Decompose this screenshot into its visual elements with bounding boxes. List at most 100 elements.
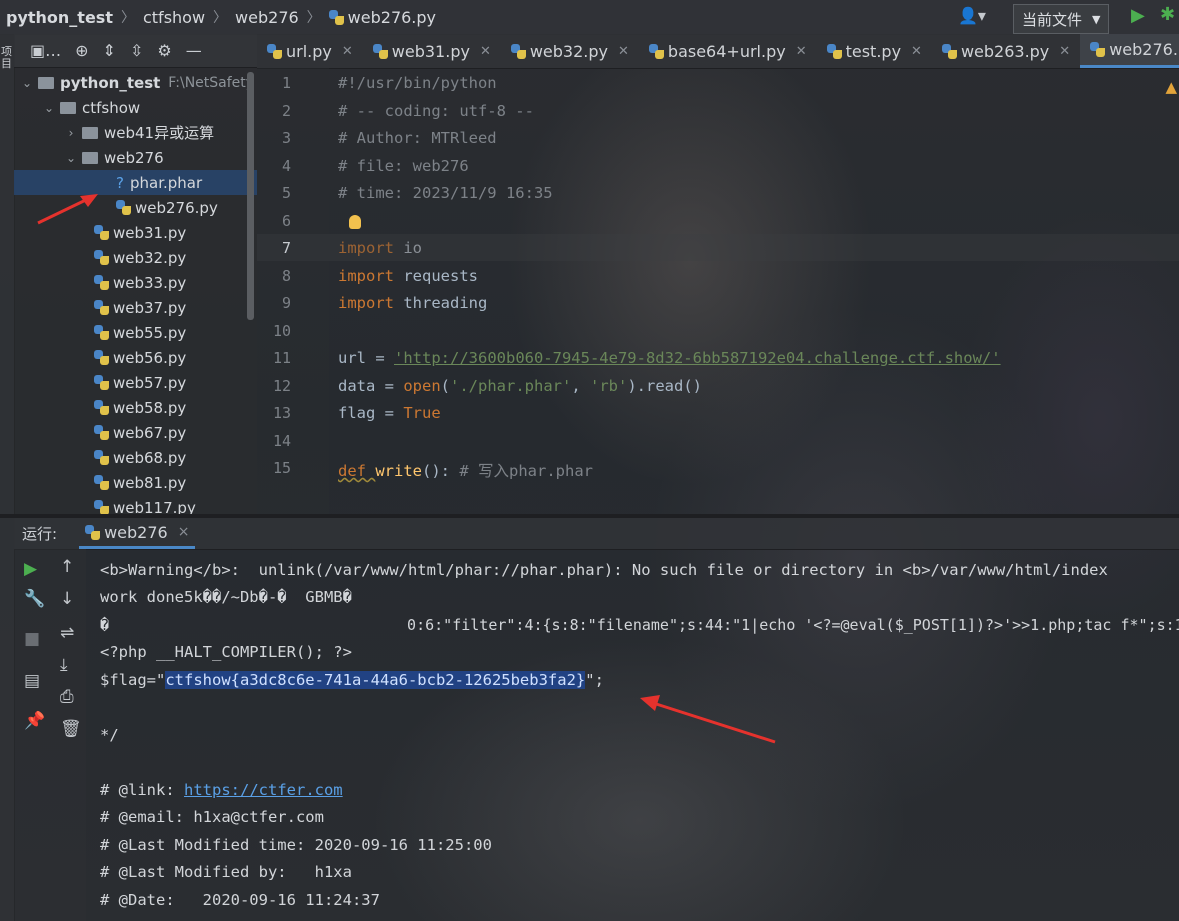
tree-item-file[interactable]: web31.py (14, 220, 257, 245)
console-output[interactable]: <b>Warning</b>: unlink(/var/www/html/pha… (86, 549, 1179, 921)
breadcrumb-project[interactable]: python_test (6, 8, 113, 27)
warning-icon[interactable]: ▲ (1165, 78, 1177, 96)
arrow-down-icon[interactable]: ↓ (60, 589, 74, 609)
tab-web32[interactable]: web32.py ✕ (501, 34, 639, 68)
tab-web276[interactable]: web276.py (1080, 34, 1179, 68)
tree-item-file[interactable]: web58.py (14, 395, 257, 420)
close-icon[interactable]: ✕ (618, 44, 629, 59)
tree-item-label: web37.py (113, 298, 187, 317)
run-panel-header: 运行: web276 × (14, 518, 1179, 550)
expand-all-icon[interactable]: ⇕ (103, 41, 116, 60)
output-line: # @email: h1xa@ctfer.com (100, 808, 324, 826)
python-file-icon (94, 425, 109, 440)
tree-item-file[interactable]: web68.py (14, 445, 257, 470)
tab-url[interactable]: url.py ✕ (257, 34, 363, 68)
tab-web31[interactable]: web31.py ✕ (363, 34, 501, 68)
tree-item-file[interactable]: web67.py (14, 420, 257, 445)
tree-item-label: web55.py (113, 323, 187, 342)
close-icon[interactable]: ✕ (342, 44, 353, 59)
print-icon[interactable]: ⎙ (60, 687, 74, 707)
breadcrumb-folder[interactable]: ctfshow (143, 8, 205, 27)
tree-item-ctfshow[interactable]: ⌄ ctfshow (14, 95, 257, 120)
tab-web263[interactable]: web263.py ✕ (932, 34, 1080, 68)
line-number: 2 (281, 102, 291, 120)
rerun-icon[interactable]: ▶ (24, 559, 37, 579)
output-line: $flag="ctfshow{a3dc8c6e-741a-44a6-bcb2-1… (100, 671, 604, 689)
string-literal: 'rb' (590, 377, 628, 395)
tree-item-label: web31.py (113, 223, 187, 242)
close-icon[interactable]: ✕ (480, 44, 491, 59)
line-number: 9 (281, 294, 291, 312)
tree-item-web276-folder[interactable]: ⌄ web276 (14, 145, 257, 170)
keyword: import (338, 267, 394, 285)
code-line: def write(): # 写入phar.phar (338, 459, 593, 481)
function-name: write (375, 462, 422, 480)
chevron-down-icon: ▼ (1092, 12, 1101, 26)
breadcrumb-subfolder[interactable]: web276 (235, 8, 299, 27)
code-line: data = open('./phar.phar', 'rb').read() (338, 377, 702, 395)
output-line: # @Date: 2020-09-16 11:24:37 (100, 891, 380, 909)
chevron-down-icon: ⌄ (65, 150, 77, 165)
project-view-icon[interactable]: ▣… (30, 41, 61, 60)
code-line: import threading (338, 294, 487, 312)
run-icon[interactable]: ▶ (1131, 5, 1145, 26)
tree-item-phar[interactable]: ? phar.phar (14, 170, 257, 195)
layout-icon[interactable]: ▤ (24, 671, 40, 691)
tab-base64-url[interactable]: base64+url.py ✕ (639, 34, 817, 68)
tree-item-file[interactable]: web117.py (14, 495, 257, 514)
tab-test[interactable]: test.py ✕ (817, 34, 932, 68)
builtin-name: open (403, 377, 441, 395)
user-icon[interactable]: 👤▾ (958, 6, 986, 25)
tree-item-web276-py[interactable]: web276.py (14, 195, 257, 220)
close-icon[interactable]: ✕ (796, 44, 807, 59)
code-text: (): (422, 462, 460, 480)
tree-item-file[interactable]: web37.py (14, 295, 257, 320)
tree-scrollbar[interactable] (247, 72, 254, 320)
project-tree: ⌄ python_test F:\NetSafety ⌄ ctfshow › w… (14, 68, 257, 514)
code-line: # Author: MTRleed (338, 129, 497, 147)
stop-icon[interactable]: ■ (24, 629, 40, 649)
tree-item-file[interactable]: web33.py (14, 270, 257, 295)
code-line: # time: 2023/11/9 16:35 (338, 184, 553, 202)
close-icon[interactable]: ✕ (1059, 44, 1070, 59)
tree-item-label: web41异或运算 (104, 124, 215, 142)
collapse-all-icon[interactable]: ⇳ (130, 41, 143, 60)
python-file-icon (94, 225, 109, 240)
navigation-bar: python_test 〉 ctfshow 〉 web276 〉 web276.… (0, 0, 1179, 35)
locate-icon[interactable]: ⊕ (75, 41, 88, 60)
tree-item-file[interactable]: web81.py (14, 470, 257, 495)
code-text: ( (440, 377, 450, 395)
trash-icon[interactable]: 🗑 (60, 719, 82, 739)
tree-root[interactable]: ⌄ python_test F:\NetSafety (14, 70, 257, 95)
scroll-to-end-icon[interactable]: ⤓ (60, 655, 68, 675)
wrench-icon[interactable]: 🔧 (24, 589, 45, 609)
tree-item-label: web32.py (113, 248, 187, 267)
close-icon[interactable]: × (178, 524, 190, 540)
pin-icon[interactable]: 📌 (24, 711, 45, 731)
arrow-up-icon[interactable]: ↑ (60, 557, 74, 577)
tree-item-file[interactable]: web56.py (14, 345, 257, 370)
tree-item-file[interactable]: web55.py (14, 320, 257, 345)
soft-wrap-icon[interactable]: ⇌ (60, 623, 74, 643)
line-number: 13 (272, 404, 291, 422)
tree-item-label: web276 (104, 148, 164, 167)
run-tab-web276[interactable]: web276 × (79, 518, 196, 549)
tree-item-file[interactable]: web57.py (14, 370, 257, 395)
link[interactable]: https://ctfer.com (184, 781, 343, 799)
keyword: import (338, 294, 394, 312)
lightbulb-icon[interactable] (349, 215, 361, 229)
gear-icon[interactable]: ⚙ (157, 41, 171, 60)
breadcrumb-file[interactable]: web276.py (348, 8, 436, 27)
url-string[interactable]: 'http://3600b060-7945-4e79-8d32-6bb58719… (394, 349, 1001, 367)
line-number: 7 (281, 239, 291, 257)
close-icon[interactable]: ✕ (911, 44, 922, 59)
code-editor[interactable]: ▲ 1 2 3 4 5 6 7 8 9 10 11 12 13 14 15 #!… (257, 68, 1179, 514)
run-config-dropdown[interactable]: 当前文件 ▼ (1013, 4, 1110, 34)
tree-item-web41[interactable]: › web41异或运算 (14, 120, 257, 145)
project-tool-label[interactable]: 项目 (1, 46, 12, 70)
chevron-right-icon: 〉 (306, 10, 321, 26)
debug-icon[interactable]: ✱ (1160, 4, 1175, 25)
flag-selection[interactable]: ctfshow{a3dc8c6e-741a-44a6-bcb2-12625beb… (165, 671, 586, 689)
hide-icon[interactable]: — (186, 41, 202, 60)
tree-item-file[interactable]: web32.py (14, 245, 257, 270)
